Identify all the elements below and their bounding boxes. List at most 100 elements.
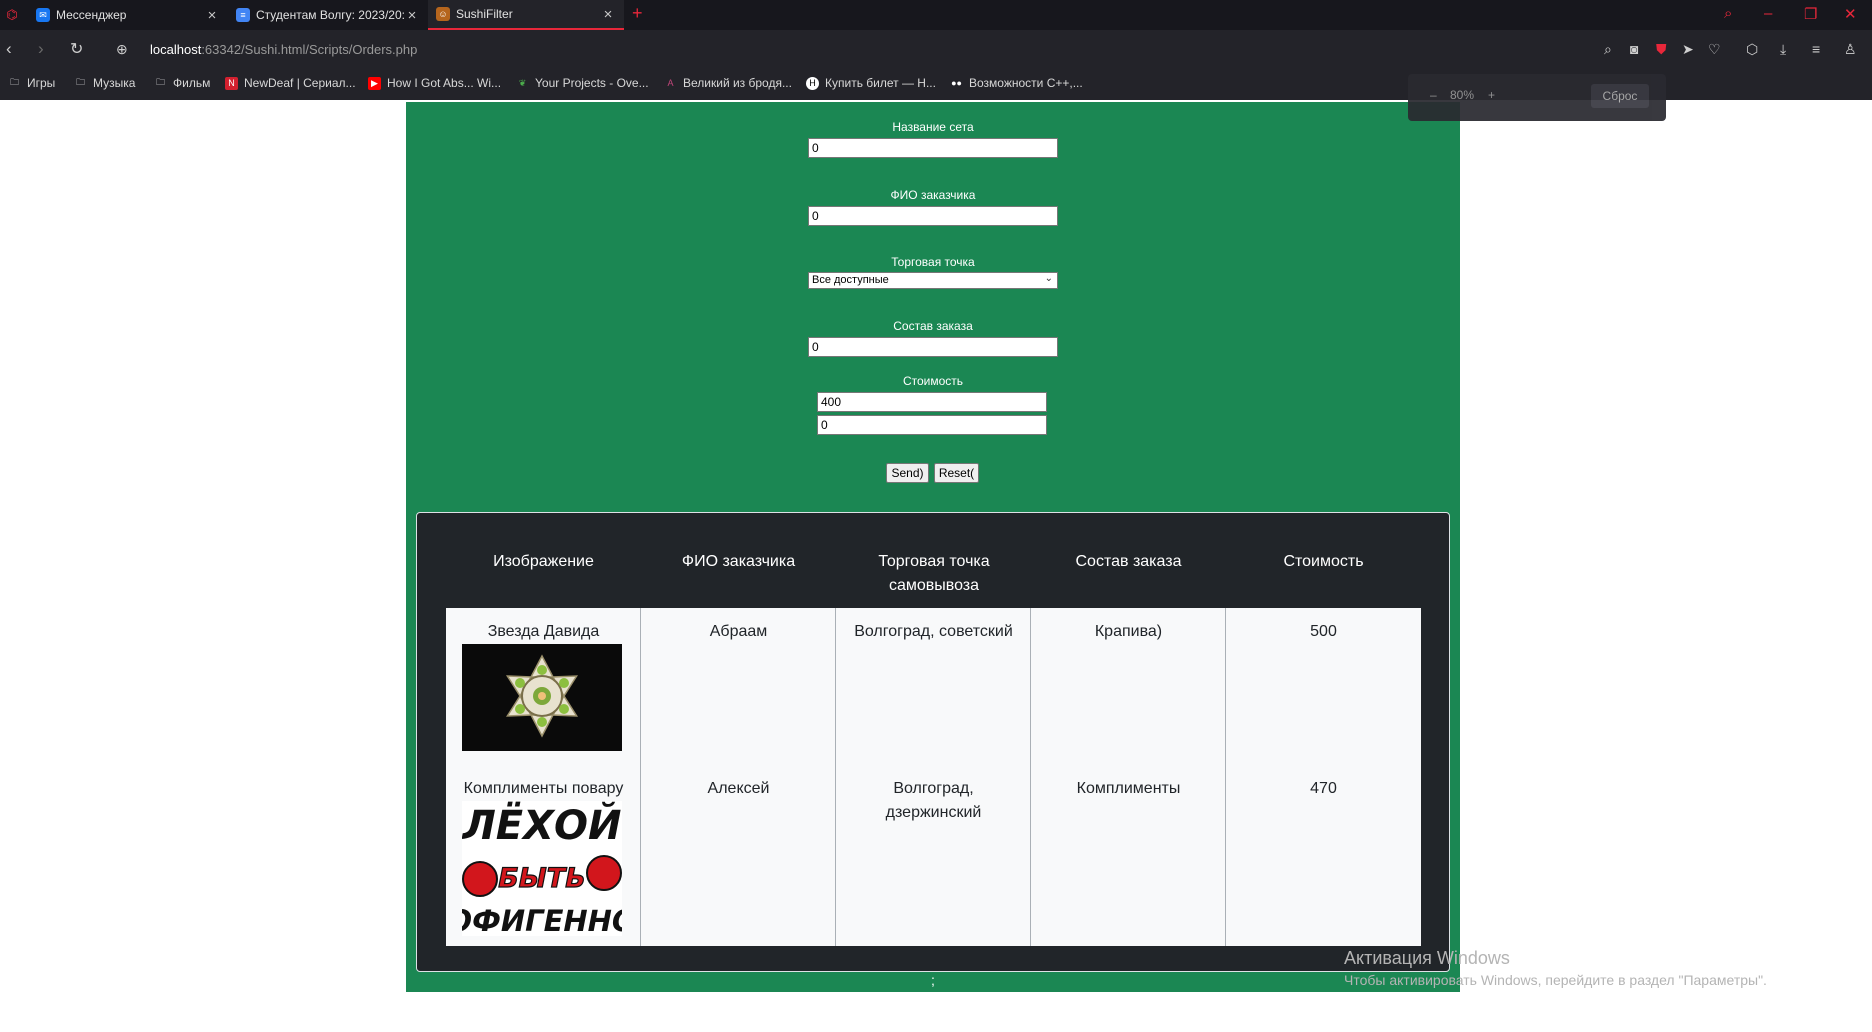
bookmark-label: Фильм [173, 76, 211, 90]
address-bar: ‹ › ↻ ⊕ localhost:63342/Sushi.html/Scrip… [0, 30, 1872, 70]
set-name-input[interactable] [808, 138, 1058, 158]
set-name-label: Название сета [892, 120, 974, 134]
menu-icon[interactable]: ≡ [1812, 41, 1820, 57]
adblock-icon[interactable]: ⛊ [1656, 41, 1667, 58]
zoom-level: 80% [1450, 88, 1475, 102]
chevron-down-icon: ⌄ [1044, 273, 1053, 284]
header-composition: Состав заказа [1075, 553, 1182, 570]
bookmark-label: Игры [27, 76, 56, 90]
heart-icon[interactable]: ♡ [1708, 41, 1721, 58]
anime-icon: A [667, 78, 674, 88]
outlet-selected-value: Все доступные [812, 274, 889, 286]
profile-icon[interactable]: ♙ [1844, 41, 1857, 58]
download-icon[interactable]: ⤓ [1780, 41, 1786, 58]
globe-icon: ⊕ [116, 41, 128, 57]
price-max-input[interactable] [817, 415, 1047, 435]
row2-customer: Алексей [707, 780, 770, 797]
back-icon[interactable]: ‹ [6, 39, 12, 59]
youtube-icon: ▶ [368, 76, 381, 90]
h-icon: H [806, 76, 819, 90]
bookmark-overleaf[interactable]: ❦ Your Projects - Ove... [516, 76, 649, 90]
forward-icon[interactable]: › [38, 39, 44, 59]
minimize-icon[interactable]: – [1764, 5, 1772, 22]
price-min-input[interactable] [817, 392, 1047, 412]
bookmark-newdeaf[interactable]: N NewDeaf | Сериал... [225, 76, 356, 90]
sushi-star-image [462, 644, 622, 751]
header-image: Изображение [493, 553, 594, 570]
bookmark-cpp[interactable]: ●● Возможности C++,... [950, 76, 1083, 90]
row1-price: 500 [1310, 623, 1337, 640]
sushi-star-drawing [462, 644, 622, 751]
reset-button[interactable]: Reset( [934, 463, 979, 483]
tab-title: Студентам Волгу: 2023/20: [256, 8, 404, 22]
row1-image-caption: Звезда Давида [487, 623, 600, 640]
tab-title: Мессенджер [56, 8, 127, 22]
browser-menu-icon[interactable]: ⌬ [4, 7, 20, 23]
send-icon[interactable]: ➤ [1682, 41, 1694, 58]
activation-watermark-title: Активация Windows [1344, 948, 1510, 968]
newdeaf-icon: N [225, 76, 238, 90]
meme-drawing: ЛЁХОЙ БЫТЬ ОФИГЕННО [447, 801, 637, 938]
outlet-select[interactable]: Все доступные ⌄ [808, 272, 1058, 289]
row1-outlet: Волгоград, советский [854, 623, 1013, 640]
bookmark-label: NewDeaf | Сериал... [244, 76, 356, 90]
header-customer: ФИО заказчика [681, 553, 796, 570]
new-tab-icon[interactable]: + [632, 3, 643, 24]
bookmark-youtube[interactable]: ▶ How I Got Abs... Wi... [368, 76, 501, 90]
orders-table: Изображение ФИО заказчика Торговая точка… [416, 512, 1450, 972]
tab-students[interactable]: ≡ Студентам Волгу: 2023/20: × [228, 0, 428, 30]
row2-price: 470 [1310, 780, 1337, 797]
bookmark-film[interactable]: 🗀 Фильм [154, 76, 210, 90]
bookmark-music[interactable]: 🗀 Музыка [74, 76, 135, 90]
bookmark-ticket[interactable]: H Купить билет — Н... [806, 76, 936, 90]
filter-panel: Название сета ФИО заказчика Торговая точ… [406, 102, 1460, 992]
footer-separator: ; [931, 972, 935, 988]
activation-watermark-subtitle: Чтобы активировать Windows, перейдите в … [1344, 972, 1767, 988]
zoom-popup: – 80% + Сброс [1408, 74, 1666, 121]
docs-icon: ≡ [236, 8, 250, 22]
bookmark-label: How I Got Abs... Wi... [387, 76, 502, 90]
search-tabs-icon[interactable]: ⌕ [1724, 5, 1732, 22]
tab-sushifilter[interactable]: ☺ SushiFilter × [428, 0, 624, 30]
url-field[interactable]: localhost:63342/Sushi.html/Scripts/Order… [150, 42, 417, 57]
zoom-reset-button[interactable]: Сброс [1591, 84, 1649, 108]
table-body: Звезда Давида Абраам Волгоград, советски… [446, 608, 1421, 946]
tab-messenger[interactable]: ✉ Мессенджер × [28, 0, 228, 30]
row1-composition: Крапива) [1094, 623, 1163, 640]
zoom-in-button[interactable]: + [1488, 88, 1495, 102]
close-icon[interactable]: × [204, 7, 220, 24]
price-label: Стоимость [902, 374, 964, 388]
tab-title: SushiFilter [456, 7, 513, 21]
reload-icon[interactable]: ↻ [70, 39, 83, 59]
site-favicon: ☺ [436, 7, 450, 21]
header-price: Стоимость [1283, 553, 1364, 570]
tab-bar: ⌬ ✉ Мессенджер × ≡ Студентам Волгу: 2023… [0, 0, 1872, 30]
bookmark-games[interactable]: 🗀 Игры [8, 76, 55, 90]
close-icon[interactable]: × [404, 7, 420, 24]
close-icon[interactable]: × [600, 6, 616, 23]
row2-outlet: Волгоград, дзержинский [885, 780, 982, 821]
overleaf-icon: ❦ [518, 77, 527, 88]
url-path: :63342/Sushi.html/Scripts/Orders.php [201, 42, 418, 57]
zoom-icon[interactable]: ⌕ [1604, 41, 1612, 58]
meme-image: ЛЁХОЙ БЫТЬ ОФИГЕННО [447, 801, 637, 938]
outlet-label: Торговая точка [891, 255, 975, 269]
send-button[interactable]: Send) [886, 463, 929, 483]
bookmark-label: Возможности C++,... [969, 76, 1083, 90]
bookmark-label: Великий из бродя... [683, 76, 792, 90]
box-icon[interactable]: ⬡ [1746, 41, 1758, 58]
bookmark-anime[interactable]: A Великий из бродя... [664, 76, 792, 90]
row2-image-caption: Комплименты повару [463, 780, 624, 797]
restore-icon[interactable]: ❐ [1804, 5, 1817, 23]
meme-line-2: БЫТЬ [498, 863, 586, 894]
customer-input[interactable] [808, 206, 1058, 226]
composition-input[interactable] [808, 337, 1058, 357]
bookmark-label: Купить билет — Н... [825, 76, 936, 90]
close-window-icon[interactable]: ✕ [1844, 5, 1857, 23]
zoom-out-button[interactable]: – [1430, 88, 1437, 102]
messenger-icon: ✉ [36, 8, 50, 22]
medium-icon: ●● [951, 78, 962, 88]
row1-customer: Абраам [709, 623, 768, 640]
camera-icon[interactable]: ◙ [1630, 41, 1638, 57]
thumbs-up-icon [586, 855, 622, 891]
